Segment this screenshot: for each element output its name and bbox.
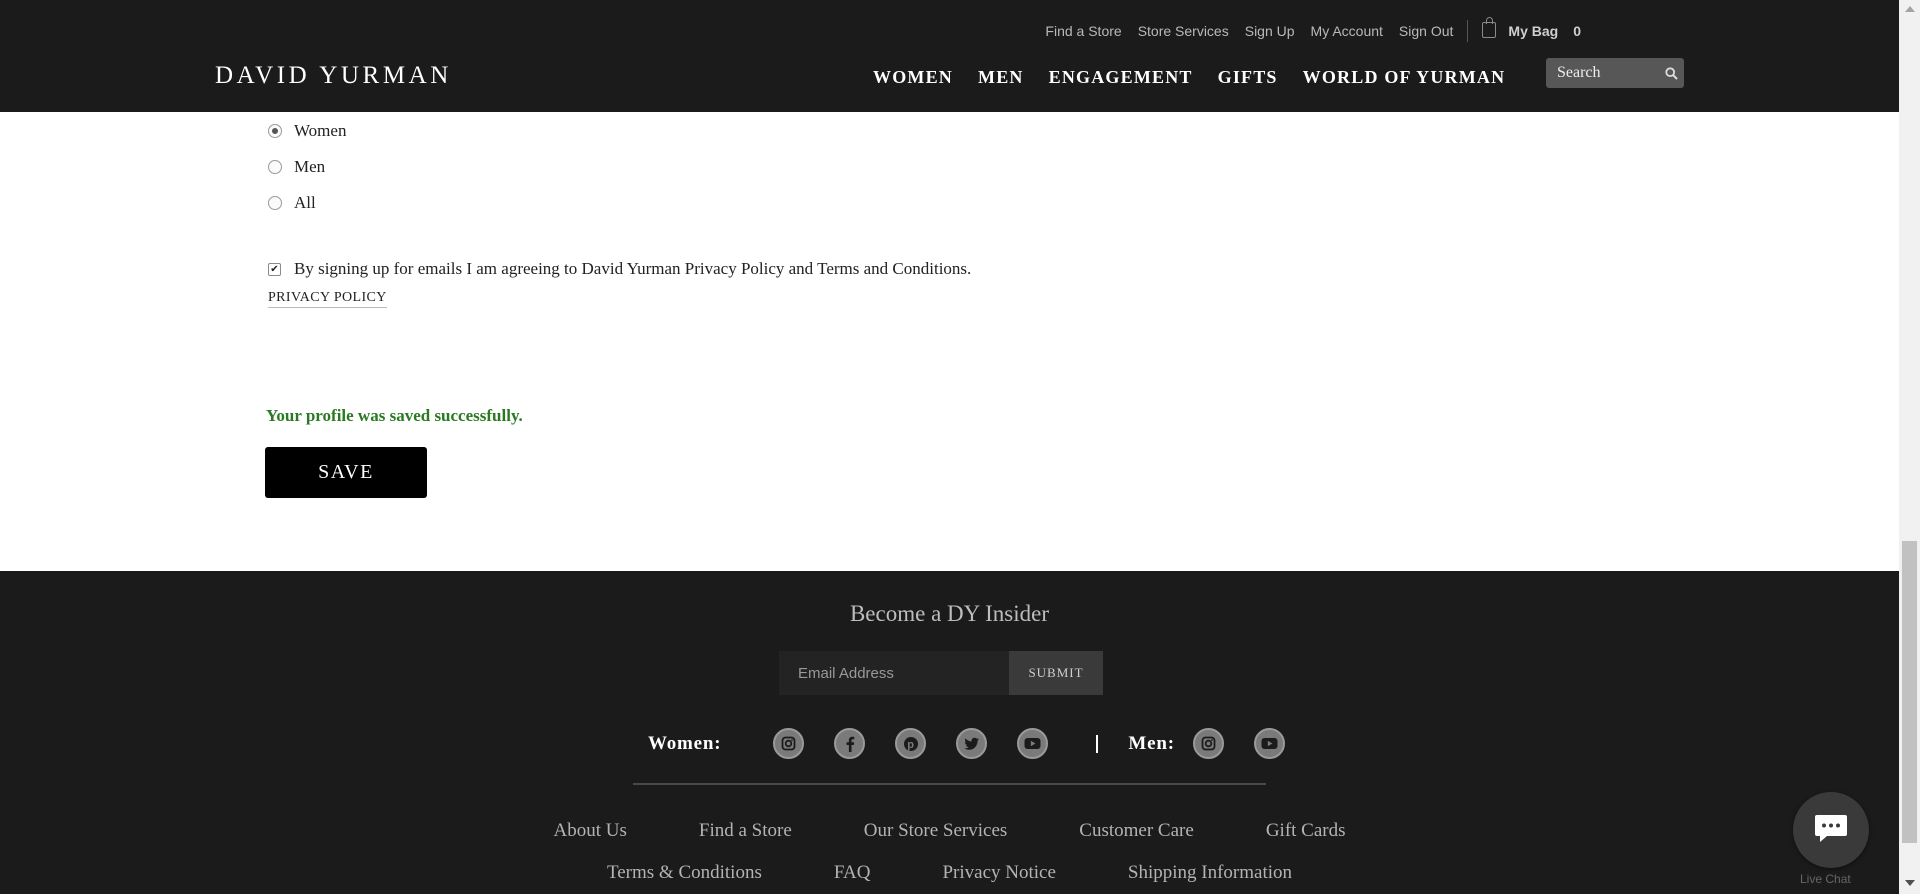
scroll-down-arrow-icon[interactable]	[1905, 880, 1915, 886]
footer-link-about-us[interactable]: About Us	[554, 820, 627, 842]
twitter-icon[interactable]	[956, 728, 988, 759]
shopping-bag-icon	[1482, 17, 1497, 38]
chat-bubble-icon	[1813, 813, 1849, 848]
bag-label: My Bag	[1508, 23, 1559, 39]
footer-divider	[633, 783, 1266, 785]
sign-up-link[interactable]: Sign Up	[1245, 23, 1295, 39]
preference-option-men[interactable]: Men	[268, 157, 325, 177]
utility-divider	[1467, 20, 1469, 42]
footer-links-row-1: About Us Find a Store Our Store Services…	[0, 820, 1899, 842]
scroll-up-arrow-icon[interactable]	[1905, 6, 1915, 12]
find-a-store-link[interactable]: Find a Store	[1045, 23, 1121, 39]
radio-men[interactable]	[268, 160, 282, 174]
nav-women[interactable]: WOMEN	[873, 67, 953, 88]
radio-label-all: All	[294, 193, 316, 212]
bag-count: 0	[1573, 23, 1581, 39]
svg-text:p: p	[907, 739, 915, 751]
preference-option-all[interactable]: All	[268, 193, 316, 213]
radio-all[interactable]	[268, 196, 282, 210]
consent-checkbox[interactable]: ✔	[268, 262, 281, 276]
utility-nav: Find a Store Store Services Sign Up My A…	[1029, 17, 1581, 42]
footer-link-our-store-services[interactable]: Our Store Services	[864, 820, 1008, 842]
footer-link-find-a-store[interactable]: Find a Store	[699, 820, 792, 842]
site-header: Find a Store Store Services Sign Up My A…	[0, 0, 1899, 112]
nav-world-of-yurman[interactable]: WORLD OF YURMAN	[1303, 67, 1506, 88]
social-divider	[1096, 734, 1099, 753]
success-message: Your profile was saved successfully.	[266, 406, 523, 425]
nav-men[interactable]: MEN	[978, 67, 1024, 88]
instagram-icon[interactable]	[773, 728, 805, 759]
live-chat-button[interactable]	[1793, 792, 1869, 868]
footer-links-row-2: Terms & Conditions FAQ Privacy Notice Sh…	[0, 862, 1899, 884]
youtube-icon[interactable]	[1017, 728, 1049, 759]
newsletter-form: Email Address SUBMIT	[779, 651, 1103, 695]
site-logo[interactable]: DAVID YURMAN	[215, 62, 452, 90]
search-icon[interactable]	[1658, 66, 1684, 80]
my-bag-button[interactable]: My Bag 0	[1482, 17, 1581, 39]
radio-label-women: Women	[294, 121, 347, 140]
pinterest-icon[interactable]: p	[895, 728, 927, 759]
site-footer: Become a DY Insider Email Address SUBMIT…	[0, 571, 1899, 894]
facebook-icon[interactable]	[834, 728, 866, 759]
page-scrollbar[interactable]	[1899, 0, 1920, 894]
search-input[interactable]: Search	[1546, 58, 1684, 88]
nav-gifts[interactable]: GIFTS	[1218, 67, 1278, 88]
footer-link-customer-care[interactable]: Customer Care	[1079, 820, 1194, 842]
instagram-icon[interactable]	[1192, 728, 1224, 759]
main-nav: WOMEN MEN ENGAGEMENT GIFTS WORLD OF YURM…	[873, 67, 1530, 88]
privacy-policy-link[interactable]: PRIVACY POLICY	[268, 290, 387, 308]
submit-button[interactable]: SUBMIT	[1009, 651, 1103, 695]
store-services-link[interactable]: Store Services	[1138, 23, 1229, 39]
consent-text: By signing up for emails I am agreeing t…	[294, 259, 972, 278]
preference-option-women[interactable]: Women	[268, 121, 346, 141]
scrollbar-thumb[interactable]	[1902, 541, 1917, 843]
insider-title: Become a DY Insider	[849, 601, 1050, 626]
save-button[interactable]: SAVE	[265, 447, 427, 498]
women-social-label: Women:	[648, 732, 722, 754]
live-chat-label: Live Chat	[1800, 872, 1851, 886]
email-consent: ✔ By signing up for emails I am agreeing…	[268, 259, 971, 279]
footer-link-privacy-notice[interactable]: Privacy Notice	[942, 862, 1055, 884]
sign-out-link[interactable]: Sign Out	[1399, 23, 1453, 39]
youtube-icon[interactable]	[1253, 728, 1285, 759]
nav-engagement[interactable]: ENGAGEMENT	[1049, 67, 1193, 88]
my-account-link[interactable]: My Account	[1311, 23, 1383, 39]
radio-women[interactable]	[268, 124, 282, 138]
footer-link-gift-cards[interactable]: Gift Cards	[1266, 820, 1346, 842]
search-placeholder: Search	[1557, 64, 1601, 81]
footer-link-faq[interactable]: FAQ	[834, 862, 871, 884]
men-social-label: Men:	[1128, 732, 1175, 754]
social-links: Women: p Men:	[648, 728, 1285, 759]
footer-link-shipping-information[interactable]: Shipping Information	[1128, 862, 1292, 884]
footer-link-terms-conditions[interactable]: Terms & Conditions	[607, 862, 762, 884]
email-field[interactable]: Email Address	[779, 651, 1009, 695]
radio-label-men: Men	[294, 157, 326, 176]
